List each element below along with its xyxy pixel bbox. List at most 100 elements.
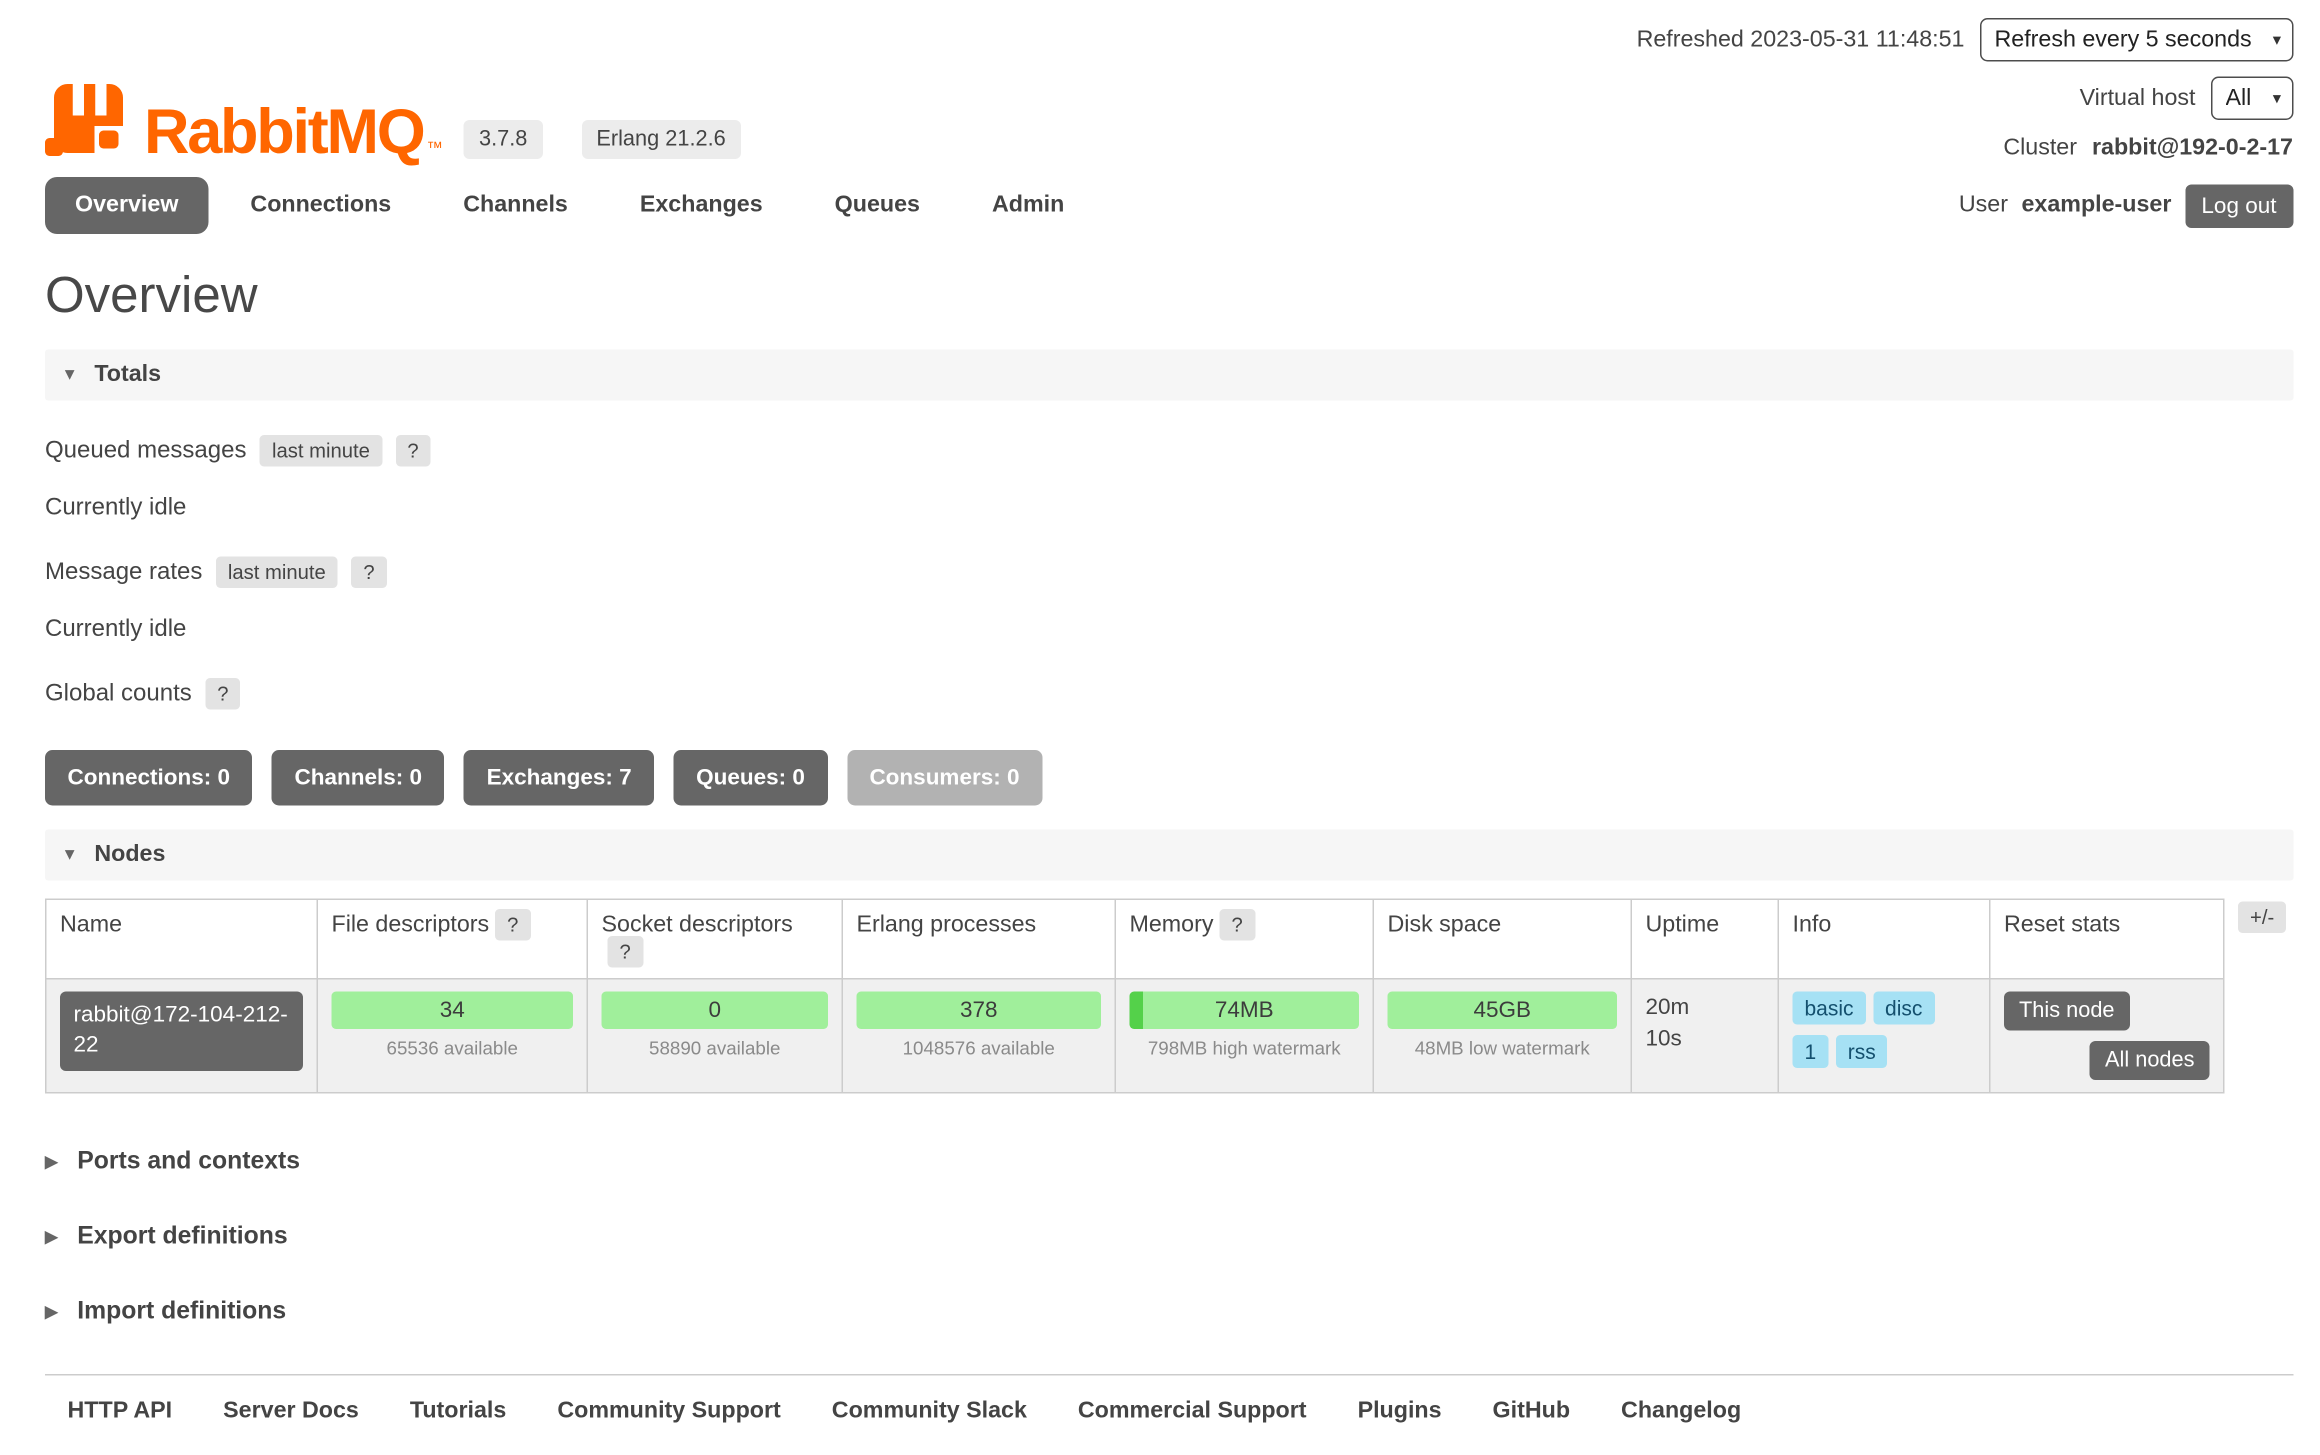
footer-link-changelog[interactable]: Changelog — [1621, 1398, 1741, 1425]
memory-value: 74MB — [1215, 998, 1274, 1024]
footer: HTTP API Server Docs Tutorials Community… — [45, 1374, 2293, 1425]
tab-channels[interactable]: Channels — [433, 177, 598, 234]
memory-help-icon[interactable]: ? — [1219, 909, 1254, 941]
disk-space-cell: 45GB 48MB low watermark — [1373, 979, 1631, 1093]
totals-section-header[interactable]: ▼ Totals — [45, 350, 2293, 401]
col-reset-stats: Reset stats — [1990, 899, 2224, 979]
uptime-value-2: 10s — [1646, 1023, 1765, 1055]
reset-stats-cell: This node All nodes — [1990, 979, 2224, 1093]
nodes-table: Name File descriptors? Socket descriptor… — [45, 899, 2225, 1094]
footer-link-community-support[interactable]: Community Support — [557, 1398, 780, 1425]
info-tag-disc: disc — [1873, 992, 1934, 1025]
export-definitions-title: Export definitions — [77, 1223, 287, 1252]
virtual-host-select-wrap: All ▾ — [2210, 77, 2293, 121]
erlang-version-badge: Erlang 21.2.6 — [581, 120, 740, 159]
reset-this-node-button[interactable]: This node — [2004, 992, 2130, 1031]
rabbitmq-overview-page: RabbitMQ™ 3.7.8 Erlang 21.2.6 Refreshed … — [0, 0, 2320, 1455]
col-socket-descriptors: Socket descriptors ? — [587, 899, 842, 979]
consumers-count-badge: Consumers: 0 — [847, 750, 1042, 806]
erlang-processes-meter: 378 — [857, 992, 1102, 1030]
socket-descriptors-available: 58890 available — [602, 1038, 829, 1059]
queued-messages-line: Queued messages last minute ? — [45, 435, 2293, 467]
queued-messages-filter-chip[interactable]: last minute — [260, 435, 382, 467]
main-nav: Overview Connections Channels Exchanges … — [45, 177, 1094, 234]
totals-section-title: Totals — [94, 362, 161, 389]
tab-overview[interactable]: Overview — [45, 177, 208, 234]
toggle-columns-button[interactable]: +/- — [2238, 902, 2286, 934]
message-rates-filter-chip[interactable]: last minute — [216, 557, 338, 589]
header-right: Refreshed 2023-05-31 11:48:51 Refresh ev… — [1637, 18, 2293, 162]
message-rates-status: Currently idle — [45, 617, 2293, 644]
tab-admin[interactable]: Admin — [962, 177, 1094, 234]
memory-used-bar — [1130, 992, 1144, 1030]
footer-link-http-api[interactable]: HTTP API — [68, 1398, 173, 1425]
triangle-down-icon: ▼ — [62, 846, 78, 864]
refreshed-timestamp: Refreshed 2023-05-31 11:48:51 — [1637, 26, 1965, 53]
queued-messages-help-icon[interactable]: ? — [395, 435, 430, 467]
col-memory: Memory? — [1115, 899, 1373, 979]
disk-space-value: 45GB — [1473, 998, 1531, 1024]
message-rates-help-icon[interactable]: ? — [351, 557, 386, 589]
nodes-table-header-row: Name File descriptors? Socket descriptor… — [46, 899, 2224, 979]
node-name-badge: rabbit@172-104-212-22 — [60, 992, 303, 1071]
nav-row: Overview Connections Channels Exchanges … — [45, 177, 2293, 234]
tab-queues[interactable]: Queues — [805, 177, 950, 234]
footer-link-server-docs[interactable]: Server Docs — [223, 1398, 359, 1425]
global-counts-help-icon[interactable]: ? — [205, 678, 240, 710]
header: RabbitMQ™ 3.7.8 Erlang 21.2.6 Refreshed … — [45, 0, 2293, 162]
reset-all-nodes-button[interactable]: All nodes — [2090, 1041, 2209, 1080]
erlang-processes-available: 1048576 available — [857, 1038, 1102, 1059]
footer-link-github[interactable]: GitHub — [1493, 1398, 1570, 1425]
virtual-host-label: Virtual host — [2080, 85, 2196, 112]
socket-descriptors-meter: 0 — [602, 992, 829, 1030]
node-name-cell: rabbit@172-104-212-22 — [46, 979, 318, 1093]
rabbitmq-logo-icon — [45, 84, 123, 162]
socket-descriptors-help-icon[interactable]: ? — [608, 936, 643, 968]
logout-button[interactable]: Log out — [2185, 184, 2293, 228]
file-descriptors-cell: 34 65536 available — [317, 979, 587, 1093]
memory-cell: 74MB 798MB high watermark — [1115, 979, 1373, 1093]
col-erlang-processes: Erlang processes — [842, 899, 1115, 979]
tab-connections[interactable]: Connections — [220, 177, 421, 234]
nodes-section-title: Nodes — [94, 842, 165, 869]
rabbitmq-logo[interactable]: RabbitMQ™ 3.7.8 Erlang 21.2.6 — [45, 18, 741, 162]
file-descriptors-meter: 34 — [332, 992, 574, 1030]
tab-exchanges[interactable]: Exchanges — [610, 177, 793, 234]
col-uptime: Uptime — [1631, 899, 1778, 979]
info-tag-1: 1 — [1793, 1035, 1829, 1068]
broker-version-badge: 3.7.8 — [464, 120, 542, 159]
footer-link-tutorials[interactable]: Tutorials — [410, 1398, 506, 1425]
exchanges-count-badge: Exchanges: 7 — [464, 750, 654, 806]
rabbitmq-wordmark: RabbitMQ™ — [144, 102, 443, 162]
footer-link-plugins[interactable]: Plugins — [1358, 1398, 1442, 1425]
message-rates-label: Message rates — [45, 559, 202, 586]
queued-messages-status: Currently idle — [45, 495, 2293, 522]
socket-descriptors-value: 0 — [708, 998, 721, 1024]
import-definitions-section-header[interactable]: ▶ Import definitions — [45, 1298, 2293, 1327]
nodes-section-header[interactable]: ▼ Nodes — [45, 830, 2293, 881]
file-descriptors-help-icon[interactable]: ? — [495, 909, 530, 941]
refresh-interval-select[interactable]: Refresh every 5 seconds — [1979, 18, 2293, 62]
global-counts-label: Global counts — [45, 680, 192, 707]
virtual-host-select[interactable]: All — [2210, 77, 2293, 121]
cluster-label: Cluster — [2003, 135, 2077, 162]
footer-link-commercial-support[interactable]: Commercial Support — [1078, 1398, 1307, 1425]
socket-descriptors-cell: 0 58890 available — [587, 979, 842, 1093]
export-definitions-section-header[interactable]: ▶ Export definitions — [45, 1223, 2293, 1252]
channels-count-badge: Channels: 0 — [272, 750, 445, 806]
ports-and-contexts-section-header[interactable]: ▶ Ports and contexts — [45, 1148, 2293, 1177]
file-descriptors-available: 65536 available — [332, 1038, 574, 1059]
triangle-right-icon: ▶ — [45, 1227, 58, 1247]
connections-count-badge: Connections: 0 — [45, 750, 253, 806]
col-name: Name — [46, 899, 318, 979]
footer-link-community-slack[interactable]: Community Slack — [832, 1398, 1027, 1425]
user-row: User example-user Log out — [1959, 184, 2293, 228]
erlang-processes-value: 378 — [960, 998, 998, 1024]
triangle-down-icon: ▼ — [62, 366, 78, 384]
message-rates-line: Message rates last minute ? — [45, 557, 2293, 589]
global-counts-line: Global counts ? — [45, 678, 2293, 710]
triangle-right-icon: ▶ — [45, 1302, 58, 1322]
triangle-right-icon: ▶ — [45, 1152, 58, 1172]
queued-messages-label: Queued messages — [45, 437, 246, 464]
nodes-table-wrap: Name File descriptors? Socket descriptor… — [45, 899, 2293, 1094]
